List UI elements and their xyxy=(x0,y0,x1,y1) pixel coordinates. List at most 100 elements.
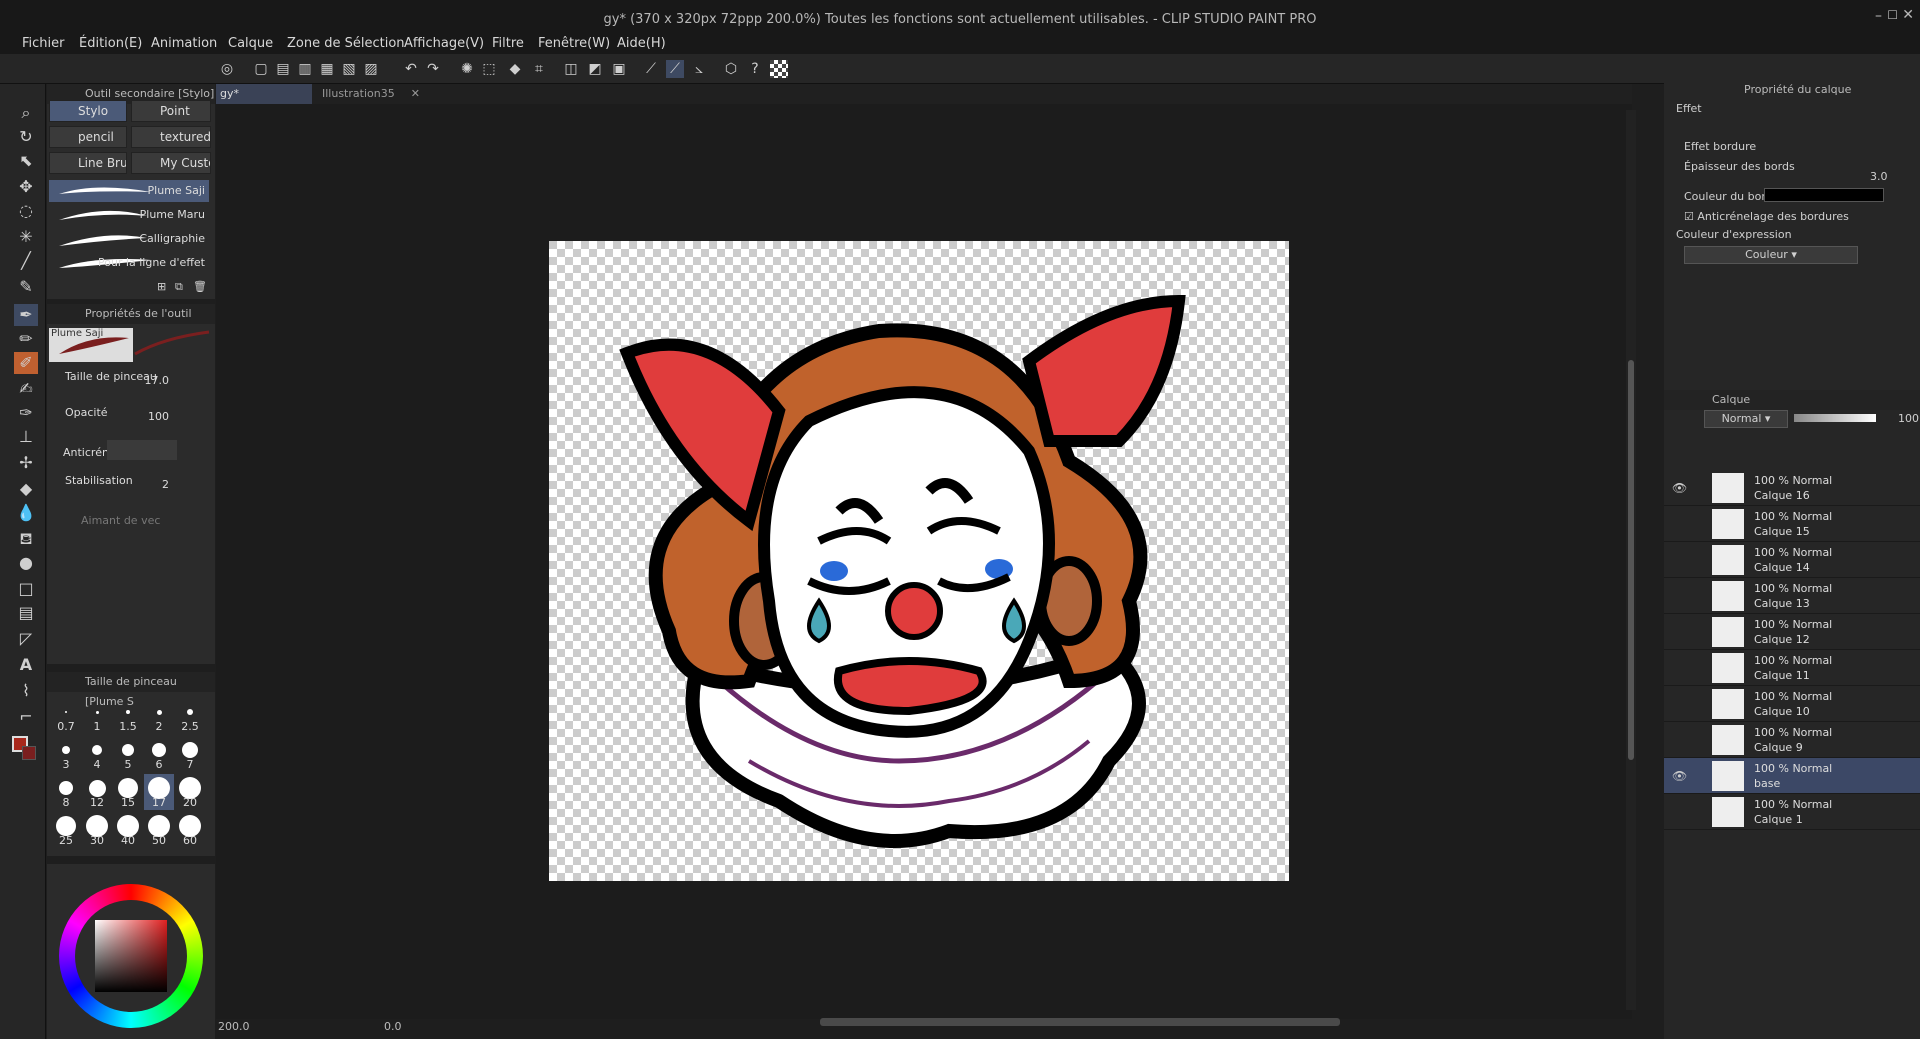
menu-calque[interactable]: Calque xyxy=(228,36,273,51)
close-icon[interactable]: ✕ xyxy=(1902,7,1914,23)
zoom-icon[interactable]: ⌕ xyxy=(14,102,38,124)
layer-row[interactable]: 👁 100 % Normal Calque 16 xyxy=(1664,470,1920,506)
move-layer-icon[interactable]: ✥ xyxy=(14,176,38,198)
brush-size-option[interactable]: 12 xyxy=(82,774,112,810)
lasso-icon[interactable]: ◌ xyxy=(14,200,38,222)
brush-size-option[interactable]: 2 xyxy=(144,698,174,734)
brush-icon[interactable]: ✐ xyxy=(14,352,38,374)
menu-edition[interactable]: Édition(E) xyxy=(79,36,142,51)
brush-size-option[interactable]: 7 xyxy=(175,736,205,772)
artwork-canvas[interactable] xyxy=(549,241,1289,881)
stroke-ligne-effet[interactable]: Pour la ligne d'effet xyxy=(49,252,209,274)
subtool-group-textured[interactable]: textured br xyxy=(131,126,211,148)
layer-row[interactable]: 👁 100 % Normal base xyxy=(1664,758,1920,794)
paste-icon[interactable]: ▨ xyxy=(362,60,380,78)
menu-animation[interactable]: Animation xyxy=(151,36,217,51)
eraser-icon[interactable]: ◆ xyxy=(14,478,38,500)
snap-ruler-icon[interactable]: ⟋ xyxy=(642,60,660,78)
delete-subtool-icon[interactable]: 🗑 xyxy=(193,280,207,293)
color-wheel[interactable] xyxy=(59,884,203,1028)
operation-icon[interactable]: ⬉ xyxy=(14,150,38,172)
maximize-icon[interactable]: ☐ xyxy=(1887,8,1898,22)
minimize-icon[interactable]: – xyxy=(1875,8,1882,24)
layer-row[interactable]: 100 % Normal Calque 13 xyxy=(1664,578,1920,614)
eyedropper-icon[interactable]: ✎ xyxy=(14,276,38,298)
decoration-icon[interactable]: ✑ xyxy=(14,402,38,424)
subtool-group-stylo[interactable]: Stylo xyxy=(49,100,127,122)
brush-size-option[interactable]: 25 xyxy=(51,812,81,848)
layer-row[interactable]: 100 % Normal Calque 1 xyxy=(1664,794,1920,830)
expression-color-select[interactable]: Couleur ▾ xyxy=(1684,246,1858,264)
stroke-calligraphie[interactable]: Calligraphie xyxy=(49,228,209,250)
layer-icon[interactable]: ⬡ xyxy=(722,60,740,78)
snap-special-ruler-icon[interactable]: ⟋ xyxy=(666,60,684,78)
menu-affichage[interactable]: Affichage(V) xyxy=(404,36,484,51)
fill-bucket-icon[interactable]: ⛾ xyxy=(14,528,38,550)
deselect-icon[interactable]: ◫ xyxy=(562,60,580,78)
antialias-checkbox[interactable]: ☑ Anticrénelage des bordures xyxy=(1684,210,1849,223)
new-file-icon[interactable]: ▢ xyxy=(252,60,270,78)
airbrush-icon[interactable]: ✍ xyxy=(14,378,38,400)
brush-size-option[interactable]: 50 xyxy=(144,812,174,848)
brush-size-option[interactable]: 15 xyxy=(113,774,143,810)
layer-row[interactable]: 100 % Normal Calque 15 xyxy=(1664,506,1920,542)
brush-size-option[interactable]: 20 xyxy=(175,774,205,810)
color-square[interactable] xyxy=(95,920,167,992)
layer-row[interactable]: 100 % Normal Calque 14 xyxy=(1664,542,1920,578)
subtool-group-custom[interactable]: My Custom xyxy=(131,152,211,174)
brush-size-option[interactable]: 8 xyxy=(51,774,81,810)
invert-selection-icon[interactable]: ◩ xyxy=(586,60,604,78)
brush-size-option[interactable]: 30 xyxy=(82,812,112,848)
zoom-value[interactable]: 200.0 xyxy=(218,1020,250,1033)
blend-mode-select[interactable]: Normal ▾ xyxy=(1704,410,1788,428)
sub-color-swatch[interactable] xyxy=(22,746,36,760)
fill-icon[interactable]: ◆ xyxy=(506,60,524,78)
brush-size-option[interactable]: 40 xyxy=(113,812,143,848)
brush-size-value[interactable]: 17.0 xyxy=(129,374,170,387)
selection-border-icon[interactable]: ▣ xyxy=(610,60,628,78)
layer-row[interactable]: 100 % Normal Calque 9 xyxy=(1664,722,1920,758)
stroke-plume-maru[interactable]: Plume Maru xyxy=(49,204,209,226)
gradient-icon[interactable]: ● xyxy=(14,552,38,574)
opacity-value[interactable]: 100 xyxy=(129,410,169,423)
brush-size-option[interactable]: 0.7 xyxy=(51,698,81,734)
balloon-icon[interactable]: ⌇ xyxy=(14,680,38,702)
vertical-scrollbar[interactable] xyxy=(1626,110,1636,1010)
export-icon[interactable]: ▦ xyxy=(318,60,336,78)
snap-grid-icon[interactable]: ⦣ xyxy=(690,60,708,78)
antialias-options[interactable] xyxy=(107,440,177,460)
save-icon[interactable]: ▥ xyxy=(296,60,314,78)
open-file-icon[interactable]: ▤ xyxy=(274,60,292,78)
layer-row[interactable]: 100 % Normal Calque 12 xyxy=(1664,614,1920,650)
transform-icon[interactable]: ⌗ xyxy=(530,60,548,78)
layer-row[interactable]: 100 % Normal Calque 10 xyxy=(1664,686,1920,722)
blend-icon[interactable]: ✢ xyxy=(14,452,38,474)
loading-icon[interactable]: ✺ xyxy=(458,60,476,78)
brush-size-option[interactable]: 6 xyxy=(144,736,174,772)
pen-icon[interactable]: ✒ xyxy=(14,304,38,326)
ruler-icon[interactable]: ╱ xyxy=(14,250,38,272)
pencil-icon[interactable]: ✏ xyxy=(14,328,38,350)
text-icon[interactable]: A xyxy=(14,654,38,676)
copy-icon[interactable]: ▧ xyxy=(340,60,358,78)
layer-opacity-slider[interactable] xyxy=(1794,414,1876,422)
brush-size-option[interactable]: 2.5 xyxy=(175,698,205,734)
transparency-icon[interactable] xyxy=(770,60,788,78)
new-subtool-icon[interactable]: ⧉ xyxy=(175,280,183,294)
brush-size-option[interactable]: 1 xyxy=(82,698,112,734)
redo-icon[interactable]: ↷ xyxy=(424,60,442,78)
correct-line-icon[interactable]: ⌐ xyxy=(14,706,38,728)
help-icon[interactable]: ? xyxy=(746,60,764,78)
brush-size-option[interactable]: 60 xyxy=(175,812,205,848)
layer-visibility-icon[interactable]: 👁 xyxy=(1672,769,1687,783)
tab-illustration35[interactable]: Illustration35 ✕ xyxy=(316,84,426,104)
stabilization-value[interactable]: 2 xyxy=(129,478,169,491)
menu-fenetre[interactable]: Fenêtre(W) xyxy=(538,36,610,51)
subtool-group-point[interactable]: Point xyxy=(131,100,211,122)
border-color-swatch[interactable] xyxy=(1764,188,1884,202)
tab-gy[interactable]: gy* xyxy=(216,84,312,104)
figure-icon[interactable]: □ xyxy=(14,578,38,600)
layer-visibility-icon[interactable]: 👁 xyxy=(1672,481,1687,495)
brush-size-option[interactable]: 1.5 xyxy=(113,698,143,734)
clip-studio-icon[interactable]: ◎ xyxy=(218,60,236,78)
